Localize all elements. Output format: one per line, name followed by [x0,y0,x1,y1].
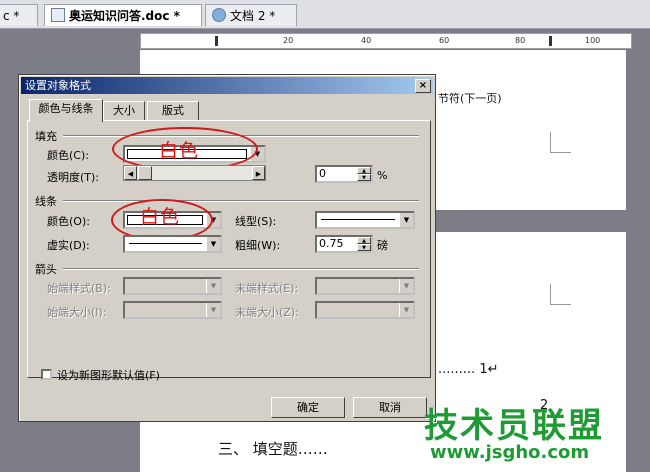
dialog-title-bar[interactable]: 设置对象格式 × [21,77,433,94]
weight-unit: 磅 [377,239,388,252]
cancel-button[interactable]: 取消 [353,397,427,418]
watermark-title: 技术员联盟 [424,406,604,446]
handwritten-note-white: 白色 [159,140,200,162]
corner-mark [550,132,571,153]
site-watermark: 技术员联盟 www.jsgho.com [418,398,650,472]
tab-size[interactable]: 大小 [103,101,145,121]
spin-up-icon[interactable]: ▲ [357,237,371,244]
end-size-dropdown[interactable]: ▼ [315,301,415,319]
set-default-checkbox[interactable] [41,369,52,380]
dash-preview [129,243,202,244]
fill-section-title: 填充 [35,130,57,143]
ruler-mark: 20 [283,36,294,45]
document-tab-bar: c * 奥运知识问答.doc * 文档 2 * [0,0,650,29]
tab-label: 文档 2 * [230,9,276,23]
document-icon [51,8,65,22]
watermark-url: www.jsgho.com [430,442,590,463]
chevron-down-icon: ▼ [399,303,413,317]
end-style-label: 末端样式(E): [235,282,299,295]
fill-heading: 三、 填空题…… [218,440,328,458]
weight-value: 0.75 [319,237,344,250]
weight-label: 粗细(W): [235,239,281,252]
chevron-down-icon: ▼ [399,279,413,293]
spin-down-icon[interactable]: ▼ [357,244,371,251]
close-button[interactable]: × [415,79,431,93]
dash-dropdown[interactable]: ▼ [123,235,222,253]
right-indent-marker[interactable] [549,36,552,46]
line-type-label: 线型(S): [235,215,277,228]
chevron-down-icon: ▼ [206,237,220,251]
transparency-slider[interactable]: ◀ ▶ [123,165,266,181]
begin-size-dropdown[interactable]: ▼ [123,301,222,319]
format-object-dialog: 设置对象格式 × 颜色与线条 大小 版式 填充 颜色(C): ▼ 白色 透明度(… [18,74,436,422]
divider [63,200,419,202]
end-size-label: 末端大小(Z): [235,306,299,319]
ruler-mark: 60 [439,36,450,45]
arrows-section-title: 箭头 [35,263,57,276]
line-style-preview [321,219,395,220]
weight-spinner[interactable]: 0.75 ▲ ▼ [315,235,373,253]
begin-style-label: 始端样式(B): [47,282,111,295]
transparency-label: 透明度(T): [47,171,100,184]
spin-down-icon[interactable]: ▼ [357,174,371,181]
line-type-dropdown[interactable]: ▼ [315,211,415,229]
set-default-label: 设为新图形默认值(F) [57,369,160,382]
chevron-left-icon[interactable]: ◀ [124,166,137,180]
dash-label: 虚实(D): [47,239,90,252]
begin-style-dropdown[interactable]: ▼ [123,277,222,295]
tab-label: c * [3,9,20,23]
line-section-title: 线条 [35,195,57,208]
tab-aoyun-doc[interactable]: 奥运知识问答.doc * [44,4,202,26]
ruler-mark: 80 [515,36,526,45]
tab-label: 奥运知识问答.doc * [69,9,180,23]
fill-color-label: 颜色(C): [47,149,89,162]
corner-mark [550,284,571,305]
chevron-down-icon: ▼ [206,279,220,293]
line-color-label: 颜色(O): [47,215,90,228]
handwritten-note-white: 白色 [140,206,181,228]
ok-button[interactable]: 确定 [271,397,345,418]
tab-colors-lines[interactable]: 颜色与线条 [29,99,103,122]
ruler-mark: 100 [585,36,601,45]
transparency-value: 0 [319,167,326,180]
left-indent-marker[interactable] [215,36,218,46]
chevron-down-icon: ▼ [206,303,220,317]
globe-icon [212,8,226,22]
spin-up-icon[interactable]: ▲ [357,167,371,174]
tab-document-2[interactable]: 文档 2 * [205,4,297,26]
slider-thumb[interactable] [138,166,152,180]
horizontal-ruler[interactable]: 20 40 60 80 100 [140,33,632,49]
divider [63,268,419,270]
ruler-mark: 40 [361,36,372,45]
chevron-right-icon[interactable]: ▶ [252,166,265,180]
tab-partial[interactable]: c * [0,4,38,26]
end-style-dropdown[interactable]: ▼ [315,277,415,295]
section-break-text: 节符(下一页) [438,92,502,105]
tab-layout[interactable]: 版式 [147,101,199,121]
chevron-down-icon: ▼ [399,213,413,227]
dialog-title: 设置对象格式 [25,79,91,92]
begin-size-label: 始端大小(I): [47,306,107,319]
transparency-unit: % [377,169,388,182]
toc-dots: ......... 1↵ [438,362,499,377]
transparency-spinner[interactable]: 0 ▲ ▼ [315,165,373,183]
